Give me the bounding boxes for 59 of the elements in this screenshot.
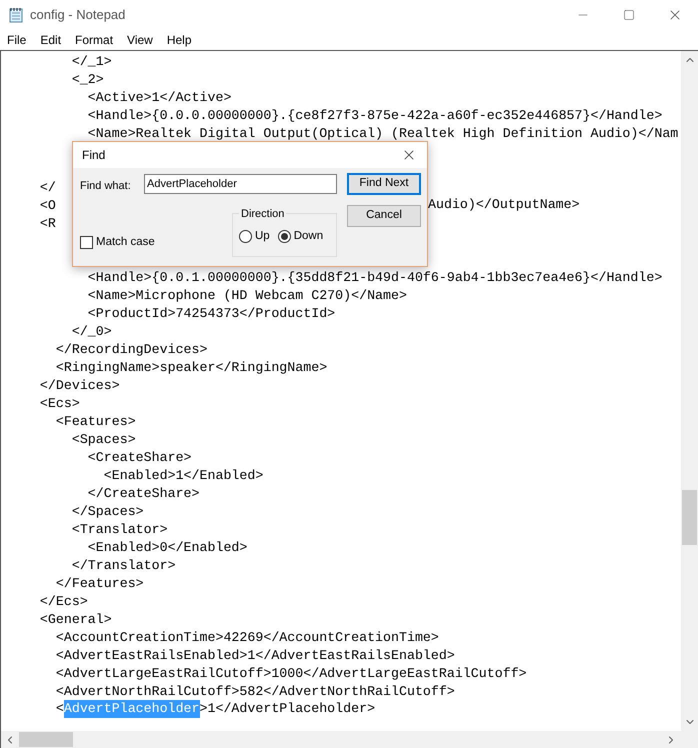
- code-line: </Ecs>: [38, 594, 88, 609]
- menu-item[interactable]: File: [0, 30, 34, 50]
- radio-option[interactable]: Down: [278, 228, 324, 246]
- find-field[interactable]: AdvertPlaceholder: [144, 174, 337, 194]
- code-line: <CreateShare>: [86, 450, 192, 465]
- code-line: <Translator>: [70, 522, 168, 537]
- maximize-icon[interactable]: [623, 9, 635, 21]
- code-line: <RingingName>speaker</RingingName>: [54, 360, 328, 375]
- horizontal-scrollbar[interactable]: [1, 731, 698, 748]
- code-line: </RecordingDevices>: [54, 342, 208, 357]
- code-line: </Features>: [54, 576, 144, 591]
- menu-item[interactable]: Help: [160, 30, 199, 50]
- find-next-button[interactable]: Find Next: [347, 173, 421, 195]
- code-line: <Active>1</Active>: [86, 90, 232, 105]
- code-line: <Enabled>0</Enabled>: [86, 540, 248, 555]
- field-label: Find what:: [80, 179, 131, 194]
- radio-icon[interactable]: [239, 230, 252, 244]
- menu-item[interactable]: Format: [68, 30, 120, 50]
- code-line: <AccountCreationTime>42269</AccountCreationTime>: [54, 630, 439, 645]
- code-line: </Spaces>: [70, 504, 144, 519]
- code-line: </_0>: [70, 324, 112, 339]
- code-line: </Devices>: [38, 378, 120, 393]
- match-case-checkbox[interactable]: Match case: [80, 234, 155, 252]
- code-line: <Name>Realtek Digital Output(Optical) (Realtek High Definition Audio)</Nam: [86, 126, 678, 141]
- code-line: <ProductId>74254373</ProductId>: [86, 306, 336, 321]
- radio-icon[interactable]: [278, 230, 291, 244]
- code-line: <Name>Microphone (HD Webcam C270)</Name>: [86, 288, 407, 303]
- code-line: Audio)</OutputName>: [428, 196, 580, 214]
- menu-item[interactable]: View: [120, 30, 160, 50]
- code-line: </CreateShare>: [86, 486, 200, 501]
- code-line: </Translator>: [70, 558, 176, 573]
- radio-option[interactable]: Up: [239, 228, 270, 246]
- menu-item[interactable]: Edit: [33, 30, 68, 50]
- code-line: </_1>: [70, 54, 112, 69]
- code-line: </: [38, 180, 56, 195]
- code-line: <General>: [38, 612, 112, 627]
- code-line: >1</AdvertPlaceholder>: [200, 700, 376, 718]
- vertical-scrollbar[interactable]: [681, 51, 698, 731]
- code-line: <O: [38, 198, 56, 213]
- code-line: <AdvertEastRailsEnabled>1</AdvertEastRailsEnabled>: [54, 648, 455, 663]
- code-line: <Handle>{0.0.1.00000000}.{35dd8f21-b49d-40f6-9ab4-1bb3ec7ea4e6}</Handle>: [86, 270, 662, 285]
- dialog-title: Find: [82, 147, 106, 164]
- code-line: <R: [38, 216, 56, 231]
- code-line: <Enabled>1</Enabled>: [102, 468, 264, 483]
- scrollbar-thumb[interactable]: [19, 732, 73, 747]
- code-line: <_2>: [70, 72, 104, 87]
- scrollbar-thumb[interactable]: [682, 490, 697, 545]
- code-line: <Ecs>: [38, 396, 80, 411]
- code-line: <Spaces>: [70, 432, 136, 447]
- code-line: <AdvertNorthRailCutoff>582</AdvertNorthRailCutoff>: [54, 684, 455, 699]
- window-title: config - Notepad: [30, 6, 126, 24]
- code-line: <Handle>{0.0.0.00000000}.{ce8f27f3-875e-422a-a60f-ec352e446857}</Handle>: [86, 108, 662, 123]
- checkbox-icon[interactable]: [80, 236, 93, 250]
- selected-text: AdvertPlaceholder: [64, 700, 200, 718]
- code-line: <Features>: [54, 414, 136, 429]
- code-line: <: [54, 700, 64, 718]
- code-line: <AdvertLargeEastRailCutoff>1000</AdvertLargeEastRailCutoff>: [54, 666, 527, 681]
- notepad-icon: [8, 7, 24, 23]
- cancel-button[interactable]: Cancel: [347, 205, 421, 227]
